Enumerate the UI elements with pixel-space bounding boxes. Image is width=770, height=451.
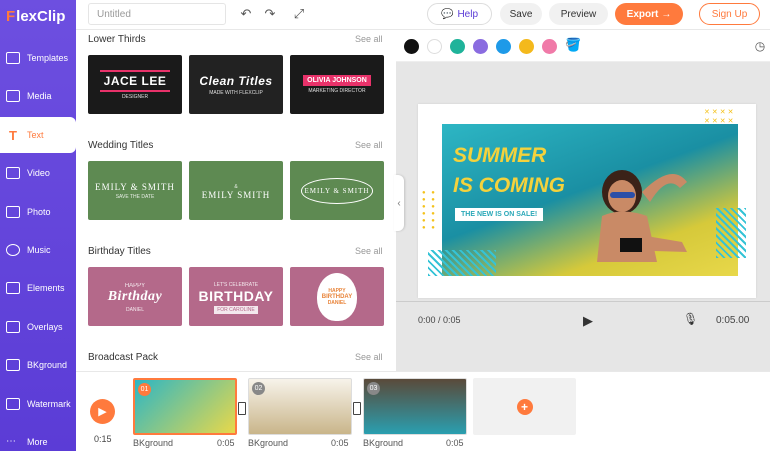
video-icon xyxy=(6,167,20,179)
clip-time: 0:05 xyxy=(331,438,349,448)
sidebar-item-music[interactable]: Music xyxy=(0,232,76,268)
current-time: 0:00 / 0:05 xyxy=(418,315,461,325)
dot-column-decoration: ● ● ● ● ● ● ● ● ● ● ● ● xyxy=(422,190,437,231)
play-icon: ▶ xyxy=(98,406,107,418)
sidebar-item-photo[interactable]: Photo xyxy=(0,194,76,230)
clip-label: BKground xyxy=(363,438,404,448)
template-jace-lee[interactable]: JACE LEE DESIGNER xyxy=(88,55,182,114)
preview-stage: 🪣 ◷ ✕✕✕✕✕✕✕✕✕✕✕✕✕✕✕✕ ● ●● ●● ●● ●● ●● ● … xyxy=(396,30,770,371)
layers-icon xyxy=(6,52,20,64)
see-all-wedding[interactable]: See all xyxy=(355,140,383,150)
sidebar-item-media[interactable]: Media xyxy=(0,78,76,114)
see-all-birthday[interactable]: See all xyxy=(355,246,383,256)
playback-progress-bar[interactable] xyxy=(396,301,770,302)
sign-up-button[interactable]: Sign Up xyxy=(699,3,760,25)
sidebar-item-bkground[interactable]: BKground xyxy=(0,347,76,383)
headline-is-coming[interactable]: IS COMING xyxy=(453,174,565,198)
color-swatch-yellow[interactable] xyxy=(519,39,534,54)
sidebar-item-text[interactable]: T Text xyxy=(0,117,76,153)
preview-button[interactable]: Preview xyxy=(549,3,608,25)
export-button[interactable]: Export → xyxy=(615,3,683,25)
sidebar-item-templates[interactable]: Templates xyxy=(0,40,76,76)
timeline-play-button[interactable]: ▶ xyxy=(90,399,115,424)
watermark-icon xyxy=(6,398,20,410)
template-birthday-2[interactable]: LET'S CELEBRATE BIRTHDAY FOR CAROLINE xyxy=(189,267,283,326)
sidebar-item-more[interactable]: ⋯ More xyxy=(0,424,76,451)
color-swatch-pink[interactable] xyxy=(542,39,557,54)
section-title-birthday: Birthday Titles xyxy=(88,246,151,257)
chat-icon: 💬 xyxy=(440,8,454,20)
more-icon: ⋯ xyxy=(6,436,16,447)
background-icon xyxy=(6,359,20,371)
template-olivia-johnson[interactable]: OLIVIA JOHNSON MARKETING DIRECTOR xyxy=(290,55,384,114)
headline-summer[interactable]: SUMMER xyxy=(453,144,546,168)
chevron-left-icon: ‹ xyxy=(397,197,401,209)
color-swatch-blue[interactable] xyxy=(496,39,511,54)
video-canvas[interactable]: ✕✕✕✕✕✕✕✕✕✕✕✕✕✕✕✕ ● ●● ●● ●● ●● ●● ● SUMM… xyxy=(418,104,756,298)
undo-icon[interactable]: ↶ xyxy=(239,7,253,21)
color-toolbar: 🪣 ◷ xyxy=(396,30,770,62)
overlays-icon xyxy=(6,321,20,333)
timeline-duration: 0:15 xyxy=(94,434,112,444)
collapse-panel-handle[interactable]: ‹ xyxy=(394,175,404,231)
add-scene-button[interactable]: + xyxy=(473,378,576,435)
section-title-broadcast: Broadcast Pack xyxy=(88,352,159,363)
color-swatch-white[interactable] xyxy=(427,39,442,54)
media-icon xyxy=(6,90,20,102)
help-button[interactable]: 💬 Help xyxy=(427,3,492,25)
elements-icon xyxy=(6,282,20,294)
clock-icon[interactable]: ◷ xyxy=(753,39,767,53)
transition-icon[interactable] xyxy=(238,402,246,415)
template-birthday-1[interactable]: HAPPY Birthday DANIEL xyxy=(88,267,182,326)
color-swatch-purple[interactable] xyxy=(473,39,488,54)
section-title-lower-thirds: Lower Thirds xyxy=(88,34,146,45)
clip-label: BKground xyxy=(133,438,174,448)
sidebar-item-watermark[interactable]: Watermark xyxy=(0,386,76,422)
see-all-broadcast[interactable]: See all xyxy=(355,352,383,362)
stripe-decoration xyxy=(428,250,496,276)
photo-icon xyxy=(6,206,20,218)
timeline: ▶ 0:15 01 BKground 0:05 02 BKground 0:05… xyxy=(76,371,770,451)
transition-icon[interactable] xyxy=(353,402,361,415)
clip-time: 0:05 xyxy=(217,438,235,448)
color-swatch-teal[interactable] xyxy=(450,39,465,54)
sidebar: FlexClip Templates Media T Text Video Pho… xyxy=(0,0,76,451)
timeline-clip-3[interactable]: 03 xyxy=(363,378,467,435)
sidebar-item-overlays[interactable]: Overlays xyxy=(0,309,76,345)
clip-label: BKground xyxy=(248,438,289,448)
sidebar-item-video[interactable]: Video xyxy=(0,155,76,191)
plus-icon: + xyxy=(516,398,533,415)
birthday-balloon: HAPPY BIRTHDAY DANIEL xyxy=(317,272,357,321)
woman-figure xyxy=(597,170,687,262)
template-wedding-2[interactable]: & EMILY SMITH xyxy=(189,161,283,220)
project-title-input[interactable]: Untitled xyxy=(88,3,226,25)
clip-time: 0:05 xyxy=(446,438,464,448)
microphone-icon[interactable]: 🎙 xyxy=(683,312,698,326)
arrow-right-icon: → xyxy=(661,8,672,20)
template-birthday-3[interactable]: HAPPY BIRTHDAY DANIEL xyxy=(290,267,384,326)
flexclip-logo[interactable]: FlexClip xyxy=(0,0,76,32)
music-icon xyxy=(6,244,20,256)
top-bar: Untitled ↶ ↷ ⤢ 💬 Help Save Preview Export… xyxy=(76,0,770,30)
timeline-clip-1[interactable]: 01 xyxy=(133,378,237,435)
fill-bucket-icon[interactable]: 🪣 xyxy=(565,38,581,52)
text-icon: T xyxy=(9,127,17,143)
timeline-clip-2[interactable]: 02 xyxy=(248,378,352,435)
template-clean-titles[interactable]: Clean Titles MADE WITH FLEXCLIP xyxy=(189,55,283,114)
text-templates-panel: Lower Thirds See all JACE LEE DESIGNER C… xyxy=(76,30,396,371)
sale-tag[interactable]: THE NEW IS ON SALE! xyxy=(455,208,544,221)
redo-icon[interactable]: ↷ xyxy=(263,7,277,21)
stripe-decoration-right xyxy=(716,208,746,258)
see-all-lower-thirds[interactable]: See all xyxy=(355,34,383,44)
save-button[interactable]: Save xyxy=(500,3,542,25)
total-time: 0:05.00 xyxy=(716,315,750,326)
fullscreen-icon[interactable]: ⤢ xyxy=(292,7,306,21)
template-wedding-1[interactable]: EMILY & SMITH SAVE THE DATE xyxy=(88,161,182,220)
color-swatch-black[interactable] xyxy=(404,39,419,54)
play-icon[interactable]: ▶ xyxy=(583,313,593,329)
section-title-wedding: Wedding Titles xyxy=(88,140,154,151)
sidebar-item-elements[interactable]: Elements xyxy=(0,270,76,306)
template-wedding-3[interactable]: EMILY & SMITH xyxy=(290,161,384,220)
